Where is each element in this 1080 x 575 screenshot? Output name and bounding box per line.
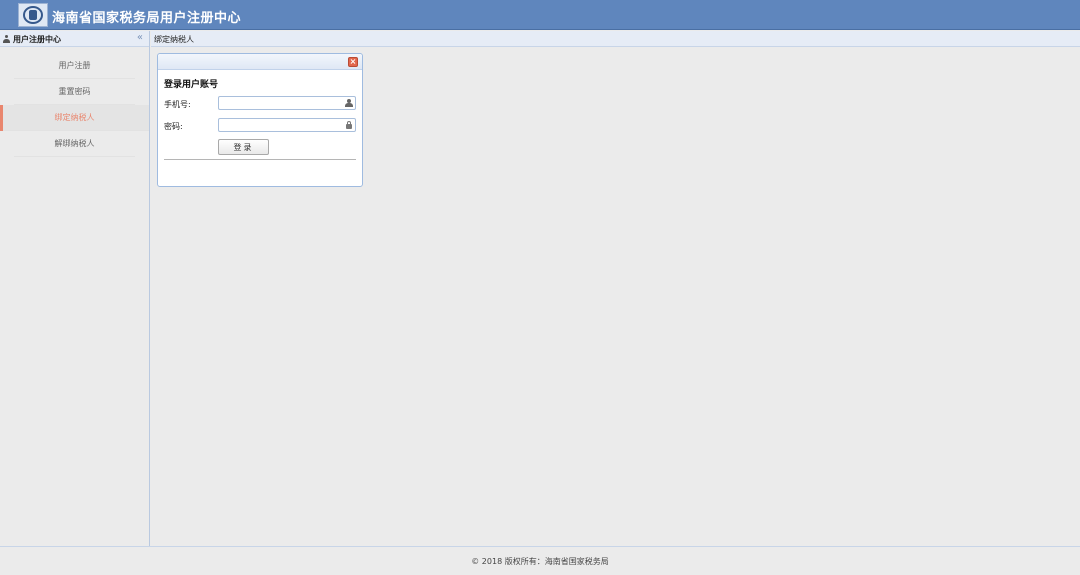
- dialog-divider: [164, 159, 356, 160]
- app-header: 海南省国家税务局用户注册中心: [0, 0, 1080, 30]
- sidebar: 用户注册中心 « 用户注册 重置密码 绑定纳税人 解绑纳税人: [0, 31, 150, 546]
- phone-input[interactable]: [218, 96, 356, 110]
- password-input[interactable]: [218, 118, 356, 132]
- login-button[interactable]: 登录: [218, 139, 269, 155]
- tax-bureau-logo: [18, 3, 48, 27]
- sidebar-item-unbind-taxpayer[interactable]: 解绑纳税人: [14, 131, 135, 157]
- dialog-titlebar: ×: [158, 54, 362, 70]
- password-label: 密码:: [164, 122, 183, 131]
- login-dialog: × 登录用户账号 手机号: 密码: 登录: [157, 53, 363, 187]
- person-icon: [345, 99, 353, 107]
- dialog-title: 登录用户账号: [164, 80, 219, 90]
- collapse-sidebar-icon[interactable]: «: [137, 32, 143, 43]
- site-title: 海南省国家税务局用户注册中心: [52, 11, 242, 26]
- panel-title: 绑定纳税人: [154, 35, 194, 44]
- main-panel-header: 绑定纳税人: [151, 31, 1080, 47]
- sidebar-title: 用户注册中心: [13, 35, 61, 44]
- phone-label: 手机号:: [164, 100, 191, 109]
- sidebar-nav: 用户注册 重置密码 绑定纳税人 解绑纳税人: [0, 53, 149, 157]
- lock-icon: [345, 121, 353, 129]
- close-icon[interactable]: ×: [348, 57, 358, 67]
- page-footer: © 2018 版权所有：海南省国家税务局: [0, 546, 1080, 575]
- sidebar-item-register[interactable]: 用户注册: [14, 53, 135, 79]
- sidebar-item-bind-taxpayer[interactable]: 绑定纳税人: [0, 105, 149, 131]
- sidebar-header: 用户注册中心 «: [0, 31, 149, 47]
- sidebar-item-reset-password[interactable]: 重置密码: [14, 79, 135, 105]
- user-icon: [3, 35, 10, 43]
